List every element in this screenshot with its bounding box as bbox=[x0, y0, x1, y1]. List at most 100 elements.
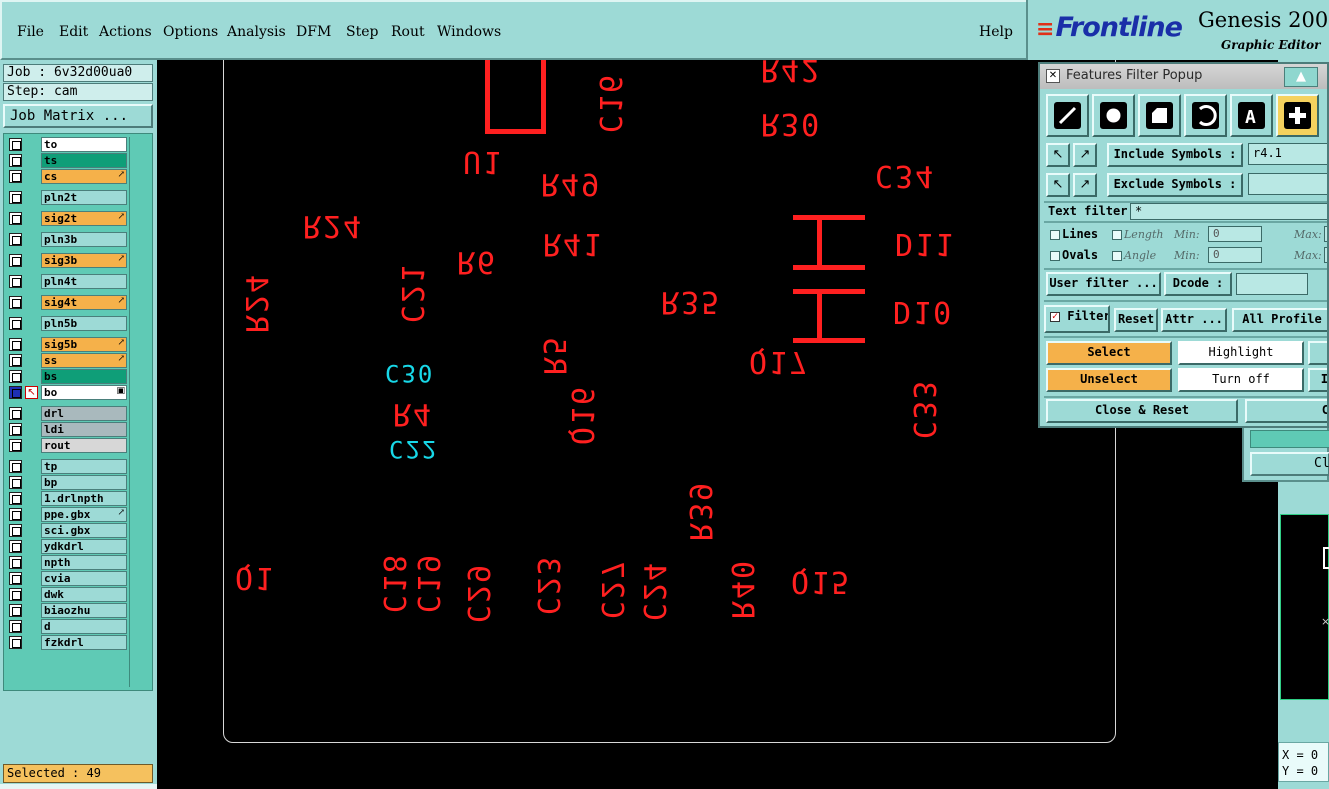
layer-checkbox[interactable] bbox=[9, 338, 22, 351]
user-filter-button[interactable]: User filter ... bbox=[1046, 272, 1161, 296]
layer-checkbox[interactable] bbox=[9, 154, 22, 167]
silkscreen-label[interactable]: R41 bbox=[543, 226, 603, 261]
length-min-input[interactable]: 0 bbox=[1208, 226, 1262, 242]
layer-row[interactable]: pln3b bbox=[7, 232, 128, 247]
layer-name[interactable]: cvia bbox=[41, 571, 127, 586]
silkscreen-label[interactable]: D11 bbox=[895, 226, 955, 261]
layer-name[interactable]: d bbox=[41, 619, 127, 634]
silkscreen-label[interactable]: R40 bbox=[724, 559, 759, 619]
layer-checkbox[interactable] bbox=[9, 407, 22, 420]
layer-row[interactable]: to bbox=[7, 137, 128, 152]
layer-checkbox[interactable] bbox=[9, 620, 22, 633]
exclude-symbols-button[interactable]: Exclude Symbols : bbox=[1107, 173, 1243, 197]
silkscreen-label[interactable]: Q15 bbox=[791, 564, 851, 599]
angle-checkbox[interactable] bbox=[1112, 251, 1122, 261]
overview-window[interactable]: × bbox=[1280, 514, 1329, 700]
all-profile-button[interactable]: All Profile bbox=[1232, 308, 1327, 332]
layer-checkbox[interactable] bbox=[9, 370, 22, 383]
include-pick-alt-button[interactable]: ↗ bbox=[1073, 143, 1097, 167]
layer-checkbox[interactable] bbox=[9, 604, 22, 617]
line-filter-button[interactable] bbox=[1046, 94, 1089, 137]
menu-options[interactable]: Options bbox=[163, 24, 218, 40]
layer-row[interactable]: drl bbox=[7, 406, 128, 421]
silkscreen-label[interactable]: C33 bbox=[906, 379, 941, 439]
layer-row[interactable]: biaozhu bbox=[7, 603, 128, 618]
layer-row[interactable]: 1.drlnpth bbox=[7, 491, 128, 506]
layer-row[interactable]: ss ↗ bbox=[7, 353, 128, 368]
include-symbols-input[interactable]: r4.1 bbox=[1248, 143, 1327, 165]
layer-row[interactable]: pln5b bbox=[7, 316, 128, 331]
silkscreen-label[interactable]: C21 bbox=[394, 263, 429, 323]
silkscreen-label[interactable]: C34 bbox=[875, 158, 935, 193]
silkscreen-label[interactable]: C27 bbox=[594, 559, 629, 619]
layer-name[interactable]: 1.drlnpth bbox=[41, 491, 127, 506]
layer-name[interactable]: sig3b bbox=[41, 253, 127, 268]
background-popup-close-button[interactable]: Cl bbox=[1250, 452, 1329, 476]
menu-file[interactable]: File bbox=[17, 24, 44, 40]
layer-row[interactable]: ts bbox=[7, 153, 128, 168]
layer-name[interactable]: sig4t bbox=[41, 295, 127, 310]
silkscreen-label[interactable]: C16 bbox=[592, 73, 627, 133]
silkscreen-label[interactable]: C18 bbox=[376, 553, 411, 613]
pad-filter-button[interactable] bbox=[1092, 94, 1135, 137]
layer-checkbox[interactable] bbox=[9, 636, 22, 649]
layer-row[interactable]: sig5b ↗ bbox=[7, 337, 128, 352]
menu-edit[interactable]: Edit bbox=[59, 24, 88, 40]
layer-checkbox[interactable] bbox=[9, 556, 22, 569]
silkscreen-label[interactable]: R39 bbox=[682, 481, 717, 541]
layer-name[interactable]: cs bbox=[41, 169, 127, 184]
ovals-checkbox[interactable] bbox=[1050, 251, 1060, 261]
select-extra-button[interactable] bbox=[1308, 341, 1327, 365]
surface-filter-button[interactable] bbox=[1138, 94, 1181, 137]
layer-name[interactable]: npth bbox=[41, 555, 127, 570]
silkscreen-label[interactable]: R30 bbox=[761, 106, 821, 141]
minimize-arrow-icon[interactable]: ▲ bbox=[1284, 67, 1318, 87]
layer-checkbox[interactable] bbox=[9, 508, 22, 521]
unselect-extra-button[interactable]: I bbox=[1308, 368, 1327, 392]
layer-row[interactable]: cvia bbox=[7, 571, 128, 586]
silkscreen-label[interactable]: R49 bbox=[541, 166, 601, 201]
length-max-input[interactable] bbox=[1324, 226, 1327, 242]
filter-toggle[interactable]: ✓ Filter bbox=[1044, 305, 1110, 333]
layer-row[interactable]: ydkdrl bbox=[7, 539, 128, 554]
layer-name[interactable]: pln3b bbox=[41, 232, 127, 247]
silkscreen-label[interactable]: R35 bbox=[661, 284, 721, 319]
layer-name[interactable]: pln5b bbox=[41, 316, 127, 331]
silkscreen-label[interactable]: U1 bbox=[463, 144, 503, 179]
layer-row[interactable]: pln2t bbox=[7, 190, 128, 205]
silkscreen-label[interactable]: C19 bbox=[410, 553, 445, 613]
layer-name[interactable]: bp bbox=[41, 475, 127, 490]
layer-name[interactable]: ss bbox=[41, 353, 127, 368]
layer-name[interactable]: sig5b bbox=[41, 337, 127, 352]
layer-checkbox[interactable] bbox=[9, 275, 22, 288]
layer-row[interactable]: rout bbox=[7, 438, 128, 453]
turn-off-button[interactable]: Turn off bbox=[1178, 368, 1304, 392]
layer-checkbox[interactable] bbox=[9, 524, 22, 537]
silkscreen-label[interactable]: C29 bbox=[460, 563, 495, 623]
reset-button[interactable]: Reset bbox=[1114, 308, 1158, 332]
select-button[interactable]: Select bbox=[1046, 341, 1172, 365]
layer-name[interactable]: to bbox=[41, 137, 127, 152]
popup-titlebar[interactable]: ✕ Features Filter Popup ▲ bbox=[1040, 64, 1327, 89]
attr-button[interactable]: Attr ... bbox=[1161, 308, 1227, 332]
silkscreen-label[interactable]: C22 bbox=[389, 434, 438, 464]
layer-row[interactable]: bs bbox=[7, 369, 128, 384]
layer-checkbox[interactable] bbox=[9, 296, 22, 309]
layer-checkbox[interactable] bbox=[9, 170, 22, 183]
menu-rout[interactable]: Rout bbox=[391, 24, 425, 40]
layer-checkbox[interactable] bbox=[9, 492, 22, 505]
unselect-button[interactable]: Unselect bbox=[1046, 368, 1172, 392]
layer-name[interactable]: dwk bbox=[41, 587, 127, 602]
include-pick-button[interactable]: ↖ bbox=[1046, 143, 1070, 167]
menu-actions[interactable]: Actions bbox=[99, 24, 152, 40]
layer-name[interactable]: ts bbox=[41, 153, 127, 168]
include-symbols-button[interactable]: Include Symbols : bbox=[1107, 143, 1243, 167]
silkscreen-label[interactable]: C30 bbox=[385, 358, 434, 388]
layer-row[interactable]: ppe.gbx ↗ bbox=[7, 507, 128, 522]
layer-row[interactable]: ↖ bo ▣ bbox=[7, 385, 128, 400]
layer-row[interactable]: dwk bbox=[7, 587, 128, 602]
lines-checkbox[interactable] bbox=[1050, 230, 1060, 240]
silkscreen-label[interactable]: C24 bbox=[636, 561, 671, 621]
menu-dfm[interactable]: DFM bbox=[296, 24, 331, 40]
layer-checkbox[interactable] bbox=[9, 191, 22, 204]
